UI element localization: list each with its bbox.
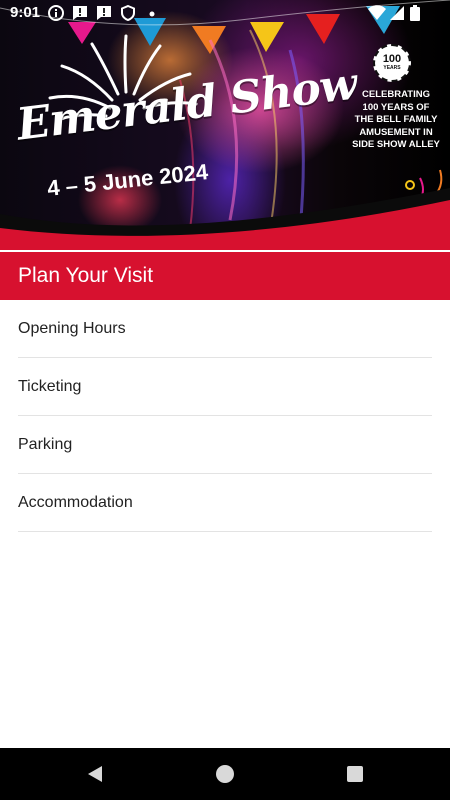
cellular-signal-icon [390, 6, 404, 20]
list-item-ticketing[interactable]: Ticketing [18, 358, 432, 416]
badge-caption: YEARS [383, 65, 401, 71]
alert-icon [97, 6, 111, 20]
page-title: Plan Your Visit [18, 264, 154, 287]
dot-icon [149, 11, 155, 17]
centenary-badge: 100 YEARS [373, 44, 411, 82]
wifi-icon [368, 5, 386, 20]
back-icon[interactable] [83, 762, 107, 786]
home-icon[interactable] [213, 762, 237, 786]
celebration-line: SIDE SHOW ALLEY [352, 139, 440, 150]
info-icon [48, 5, 64, 21]
battery-icon [410, 5, 420, 21]
celebration-text: CELEBRATING 100 YEARS OF THE BELL FAMILY… [346, 89, 446, 152]
alert-icon [73, 6, 87, 20]
status-bar: 9:01 [0, 0, 450, 26]
list-item-opening-hours[interactable]: Opening Hours [18, 300, 432, 358]
celebration-line: 100 YEARS OF [362, 101, 430, 113]
system-navigation-bar [0, 748, 450, 800]
vpn-shield-icon [121, 5, 135, 21]
celebration-line: THE BELL FAMILY [354, 114, 438, 125]
plan-visit-list: Opening Hours Ticketing Parking Accommod… [18, 300, 432, 532]
list-item-accommodation[interactable]: Accommodation [18, 474, 432, 532]
badge-number: 100 [382, 53, 402, 65]
celebration-line: CELEBRATING [362, 89, 430, 100]
bunting-flag [250, 22, 284, 52]
bunting-flag [192, 26, 226, 54]
plan-visit-header: Plan Your Visit [0, 252, 450, 300]
celebration-line: AMUSEMENT IN [359, 126, 433, 138]
hero-banner: Emerald Show 4 – 5 June 2024 100 YEARS C… [0, 0, 450, 250]
list-item-parking[interactable]: Parking [18, 416, 432, 474]
recents-icon[interactable] [343, 762, 367, 786]
status-time: 9:01 [10, 4, 41, 21]
